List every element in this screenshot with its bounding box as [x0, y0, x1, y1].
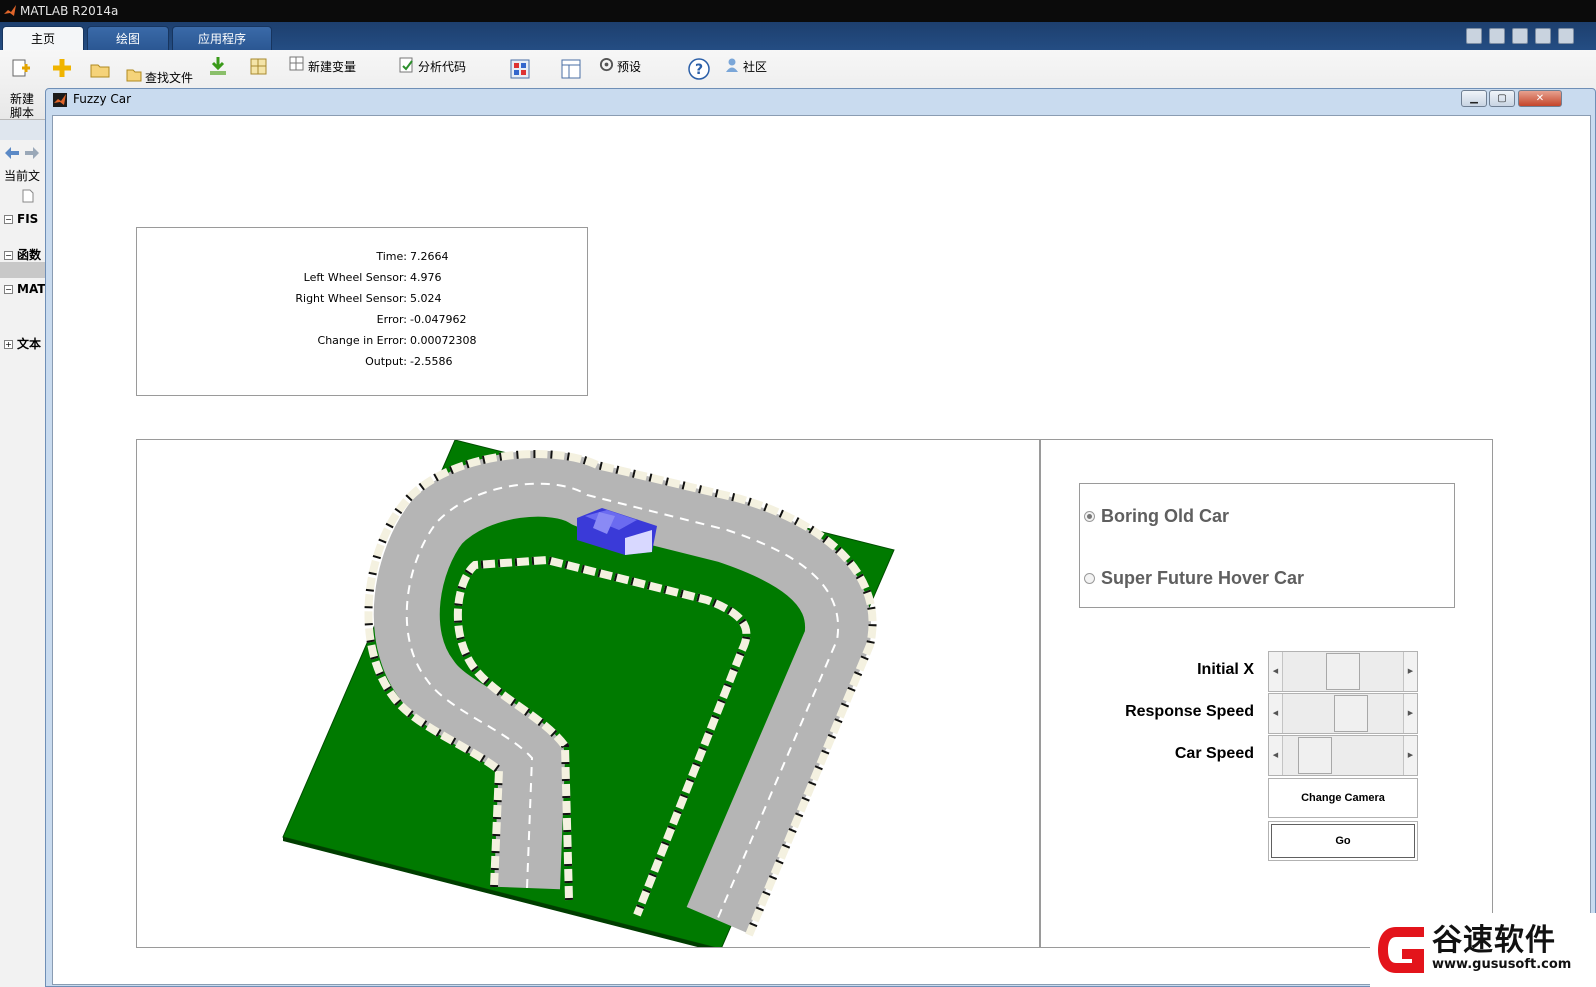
initial-x-slider[interactable]: ◀ ▶: [1268, 651, 1418, 692]
radio-boring-old-car[interactable]: Boring Old Car: [1084, 506, 1229, 527]
info-row-output: Output: -2.5586: [365, 355, 453, 368]
radio-dot-selected[interactable]: [1084, 511, 1095, 522]
desktop: MATLAB R2014a 主页 绘图 应用程序 新建 脚本 查找文件 新建变量…: [0, 0, 1596, 987]
slider-left-arrow-icon[interactable]: ◀: [1269, 652, 1283, 691]
car-speed-label: Car Speed: [1174, 745, 1254, 762]
slider-right-arrow-icon[interactable]: ▶: [1403, 652, 1417, 691]
slider-thumb[interactable]: [1297, 737, 1332, 774]
radio-label: Boring Old Car: [1101, 506, 1230, 526]
cut-icon[interactable]: [1512, 28, 1528, 44]
matlab-logo-icon: [4, 5, 16, 16]
track-axes[interactable]: [136, 439, 1040, 948]
new-icon[interactable]: [52, 58, 72, 78]
radio-hover-car[interactable]: Super Future Hover Car: [1084, 568, 1304, 589]
watermark-url: www.gususoft.com: [1432, 957, 1572, 972]
save-icon[interactable]: [1489, 28, 1505, 44]
sidebar-group-text[interactable]: + 文本: [4, 335, 41, 352]
maximize-button[interactable]: ▢: [1489, 90, 1515, 107]
current-folder-sidebar: 当前文 − FIS − 函数 − MAT + 文本: [0, 140, 48, 987]
slider-right-arrow-icon[interactable]: ▶: [1403, 694, 1417, 733]
watermark: 谷速软件 www.gususoft.com: [1370, 913, 1596, 987]
figure-body: Time: 7.2664 Left Wheel Sensor: 4.976 Ri…: [52, 115, 1591, 985]
sidebar-group-mat[interactable]: − MAT: [4, 282, 45, 296]
import-data-icon[interactable]: [208, 56, 228, 76]
slider-right-arrow-icon[interactable]: ▶: [1403, 736, 1417, 775]
info-panel: Time: 7.2664 Left Wheel Sensor: 4.976 Ri…: [136, 227, 588, 396]
open-folder-icon[interactable]: [90, 60, 110, 80]
info-row-left-sensor: Left Wheel Sensor: 4.976: [303, 271, 442, 284]
info-row-error: Error: -0.047962: [376, 313, 467, 326]
watermark-logo-icon: [1378, 927, 1424, 973]
quick-access-icon[interactable]: [1466, 28, 1482, 44]
save-workspace-icon[interactable]: [250, 58, 270, 78]
tab-apps[interactable]: 应用程序: [172, 26, 272, 50]
find-files-icon[interactable]: [126, 66, 142, 82]
slider-thumb[interactable]: [1333, 695, 1368, 732]
change-camera-button[interactable]: Change Camera: [1268, 778, 1418, 818]
slider-left-arrow-icon[interactable]: ◀: [1269, 736, 1283, 775]
figure-logo-icon: [53, 93, 67, 107]
matlab-titlebar: MATLAB R2014a: [0, 0, 1596, 22]
copy-icon[interactable]: [1535, 28, 1551, 44]
info-row-time: Time: 7.2664: [376, 250, 449, 263]
initial-x-label: Initial X: [1197, 661, 1254, 678]
sidebar-selected-row[interactable]: [0, 262, 48, 278]
preferences-gear-icon[interactable]: [599, 57, 614, 72]
new-script-label-2: 脚本: [10, 106, 35, 120]
sidebar-group-fis[interactable]: − FIS: [4, 212, 38, 226]
preferences-label[interactable]: 预设: [617, 58, 641, 75]
response-speed-label: Response Speed: [1125, 703, 1254, 720]
tab-home[interactable]: 主页: [2, 26, 84, 50]
radio-label: Super Future Hover Car: [1101, 568, 1305, 588]
watermark-text: 谷速软件: [1432, 923, 1556, 958]
community-label[interactable]: 社区: [743, 58, 767, 75]
info-row-right-sensor: Right Wheel Sensor: 5.024: [295, 292, 442, 305]
go-button[interactable]: Go: [1268, 821, 1418, 861]
close-button[interactable]: ✕: [1518, 90, 1562, 107]
community-icon[interactable]: [724, 57, 740, 73]
response-speed-slider[interactable]: ◀ ▶: [1268, 693, 1418, 734]
find-files-label[interactable]: 查找文件: [145, 69, 193, 86]
figure-title: Fuzzy Car: [73, 92, 132, 106]
file-icon: [22, 189, 34, 203]
radio-dot[interactable]: [1084, 573, 1095, 584]
fuzzy-car-window: Fuzzy Car ▁ ▢ ✕ Time: 7.2664 Left Wheel …: [45, 88, 1596, 987]
car-type-radio-group: Boring Old Car Super Future Hover Car: [1079, 483, 1455, 608]
back-arrow-icon[interactable]: [4, 146, 20, 160]
analyze-code-icon[interactable]: [399, 57, 415, 73]
svg-text:?: ?: [695, 62, 703, 78]
sidebar-group-functions[interactable]: − 函数: [4, 246, 41, 263]
slider-thumb[interactable]: [1326, 653, 1360, 690]
layout-icon[interactable]: [561, 59, 581, 79]
minimize-button[interactable]: ▁: [1461, 90, 1487, 107]
slider-left-arrow-icon[interactable]: ◀: [1269, 694, 1283, 733]
new-variable-label[interactable]: 新建变量: [308, 58, 356, 75]
paste-icon[interactable]: [1558, 28, 1574, 44]
new-variable-icon[interactable]: [289, 56, 305, 72]
help-icon[interactable]: ?: [688, 58, 710, 80]
car-speed-slider[interactable]: ◀ ▶: [1268, 735, 1418, 776]
control-panel: Boring Old Car Super Future Hover Car In…: [1040, 439, 1493, 948]
tab-plots[interactable]: 绘图: [87, 26, 169, 50]
forward-arrow-icon[interactable]: [24, 146, 40, 160]
track-scene: [282, 440, 895, 947]
matlab-title: MATLAB R2014a: [20, 4, 119, 18]
ribbon-tabs: 主页 绘图 应用程序: [0, 22, 1596, 50]
simulink-library-icon[interactable]: [510, 59, 530, 79]
analyze-code-label[interactable]: 分析代码: [418, 58, 466, 75]
current-folder-label: 当前文: [4, 169, 41, 183]
new-script-icon[interactable]: [10, 58, 30, 78]
info-row-change-in-error: Change in Error: 0.00072308: [317, 334, 477, 347]
